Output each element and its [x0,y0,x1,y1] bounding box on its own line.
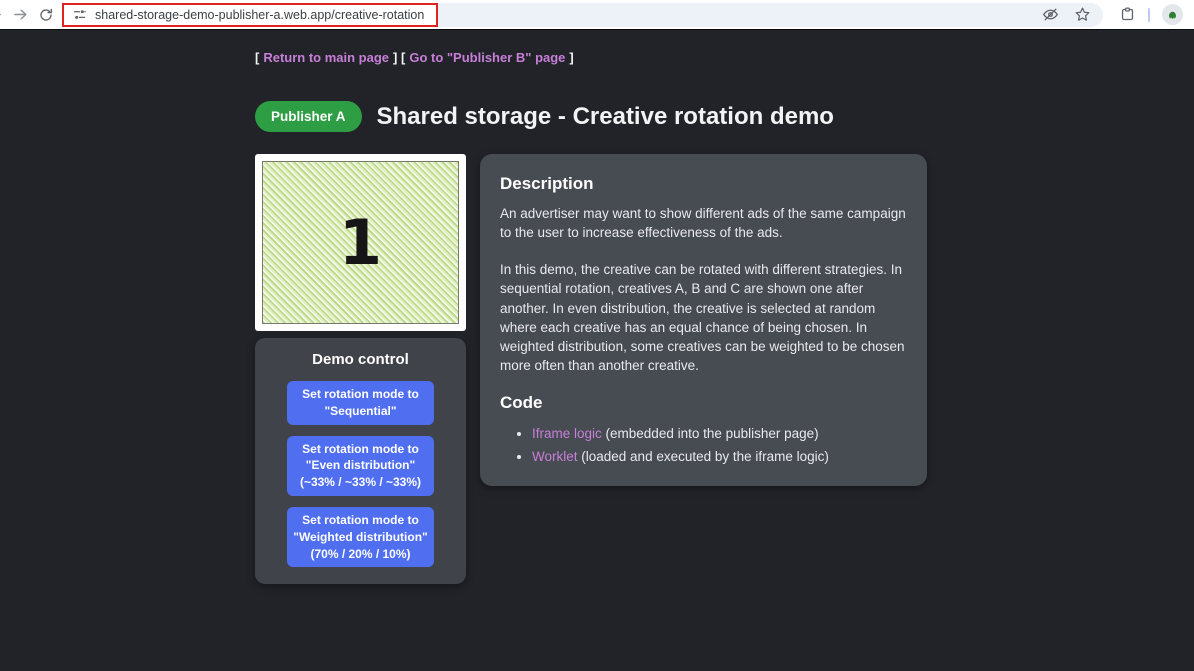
code-item-note: (embedded into the publisher page) [602,426,819,441]
return-main-page-link[interactable]: Return to main page [263,50,389,65]
url-text[interactable]: shared-storage-demo-publisher-a.web.app/… [95,8,424,22]
page-title: Shared storage - Creative rotation demo [377,103,834,131]
iframe-logic-link[interactable]: Iframe logic [532,426,602,441]
bracket: [ [255,50,259,65]
page-content: [ Return to main page] [ Go to "Publisher … [0,30,1194,670]
description-paragraph-2: In this demo, the creative can be rotate… [500,260,907,375]
toolbar-right-cluster [1103,4,1194,25]
demo-control-panel: Demo control Set rotation mode to "Seque… [255,338,466,584]
code-item-note: (loaded and executed by the iframe logic… [578,449,829,464]
creative-number: 1 [339,206,382,279]
reload-icon[interactable] [33,2,59,28]
forward-icon[interactable] [7,2,33,28]
back-icon[interactable] [0,2,7,28]
list-item: Iframe logic (embedded into the publishe… [532,423,907,445]
bookmark-star-icon[interactable] [1074,6,1091,23]
bracket: [ [401,50,405,65]
demo-control-title: Demo control [287,351,434,368]
bracket: ] [393,50,397,65]
list-item: Worklet (loaded and executed by the ifra… [532,446,907,468]
profile-avatar[interactable] [1162,4,1183,25]
even-distribution-mode-button[interactable]: Set rotation mode to "Even distribution"… [287,436,434,496]
url-annotation-box[interactable]: shared-storage-demo-publisher-a.web.app/… [62,3,438,27]
weighted-distribution-mode-button[interactable]: Set rotation mode to "Weighted distribut… [287,507,434,567]
page-header: Publisher A Shared storage - Creative ro… [255,101,1194,132]
description-paragraph-1: An advertiser may want to show different… [500,204,907,242]
address-bar[interactable]: shared-storage-demo-publisher-a.web.app/… [62,3,1103,27]
creative-hatched-area[interactable]: 1 [262,161,459,324]
publisher-badge: Publisher A [255,101,362,132]
sequential-mode-button[interactable]: Set rotation mode to "Sequential" [287,381,434,425]
code-links-list: Iframe logic (embedded into the publishe… [500,423,907,468]
ad-creative-iframe[interactable]: 1 [255,154,466,331]
worklet-link[interactable]: Worklet [532,449,578,464]
code-heading: Code [500,393,907,413]
browser-nav-buttons [0,0,62,29]
bracket: ] [569,50,573,65]
site-settings-icon[interactable] [72,7,87,22]
eye-off-icon[interactable] [1042,6,1059,23]
description-panel: Description An advertiser may want to sh… [480,154,927,486]
publisher-b-page-link[interactable]: Go to "Publisher B" page [409,50,565,65]
top-nav-links: [ Return to main page] [ Go to "Publisher … [255,50,1194,65]
browser-toolbar: shared-storage-demo-publisher-a.web.app/… [0,0,1194,30]
toolbar-divider [1148,8,1150,22]
description-heading: Description [500,174,907,194]
extensions-icon[interactable] [1119,6,1136,23]
